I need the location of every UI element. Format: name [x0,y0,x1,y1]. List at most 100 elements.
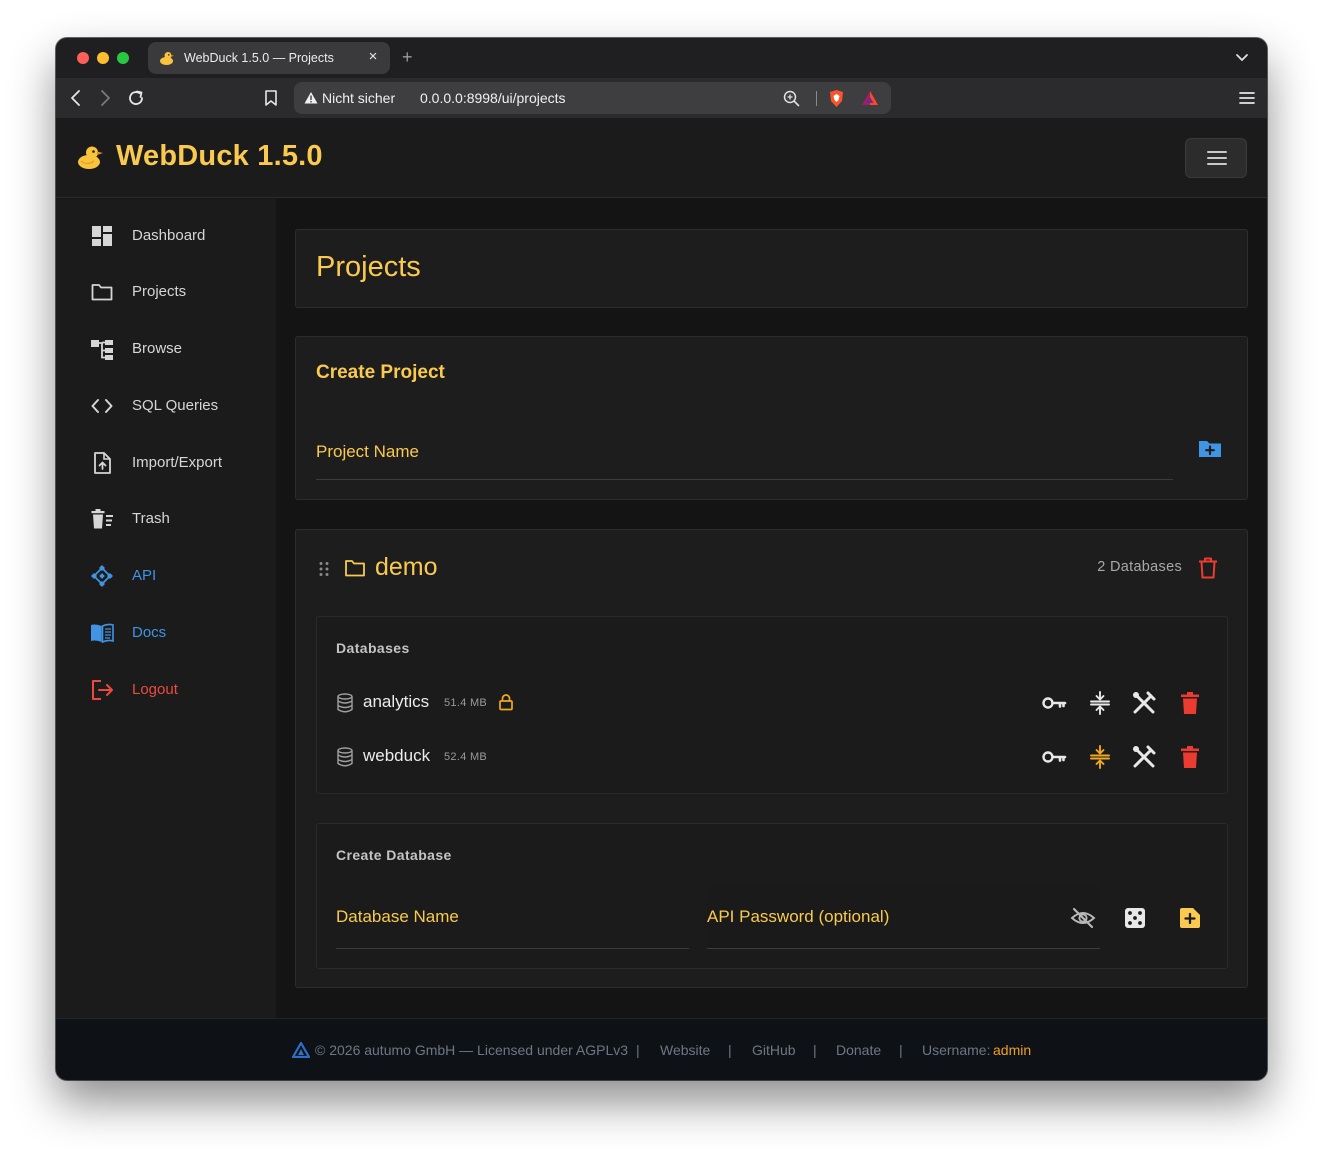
dashboard-icon [92,226,112,246]
key-icon[interactable] [1041,690,1067,716]
api-password-input[interactable] [707,886,1057,948]
address-bar[interactable]: Nicht sicher 0.0.0.0:8998/ui/projects [294,82,891,114]
eye-off-icon[interactable] [1070,905,1096,931]
sidebar-item-label: Docs [132,624,167,641]
duck-logo-icon [78,146,103,169]
trash-icon [91,509,113,529]
brave-shield-icon[interactable] [828,89,845,108]
sidebar-item-label: Logout [132,681,178,698]
sidebar-item-label: API [132,567,157,584]
new-tab-button[interactable]: + [402,47,413,68]
create-project-card: Create Project [295,336,1248,500]
project-name-input[interactable] [316,425,1173,479]
compress-icon[interactable] [1087,690,1113,716]
database-name[interactable]: analytics [363,692,429,712]
file-upload-icon [94,452,111,474]
project-card: demo 2 Databases Databases analytics 51.… [295,529,1248,988]
project-name-field[interactable] [316,425,1173,480]
create-project-title: Create Project [316,362,445,383]
drag-handle-icon[interactable] [318,561,330,577]
tree-icon [91,340,113,360]
lock-icon [499,694,513,711]
sidebar-item-logout[interactable]: Logout [56,670,276,710]
autumo-logo-icon [292,1042,310,1058]
api-icon [91,565,113,587]
sidebar-item-trash[interactable]: Trash [56,499,276,539]
project-name[interactable]: demo [375,553,438,582]
footer-separator: | [728,1042,732,1058]
delete-project-icon[interactable] [1197,556,1219,580]
footer-separator: | [636,1042,640,1058]
browser-tab[interactable]: WebDuck 1.5.0 — Projects × [148,42,390,74]
sidebar-item-projects[interactable]: Projects [56,272,276,312]
hamburger-icon [1207,151,1227,165]
footer-separator: | [813,1042,817,1058]
create-folder-icon[interactable] [1197,436,1223,462]
create-database-panel: Create Database [316,823,1228,969]
project-folder-icon [345,560,365,577]
footer: © 2026 autumo GmbH — Licensed under AGPL… [56,1018,1267,1080]
menu-toggle-button[interactable] [1185,138,1247,178]
api-password-field[interactable] [707,886,1100,949]
donate-link[interactable]: Donate [836,1042,881,1058]
maximize-window-button[interactable] [117,52,129,64]
database-icon [337,693,353,713]
database-icon [337,747,353,767]
url-text[interactable]: 0.0.0.0:8998/ui/projects [420,90,566,106]
back-icon[interactable] [66,88,86,108]
sidebar-item-label: Dashboard [132,227,206,244]
main-content: Projects Create Project demo 2 Databases [276,199,1267,1019]
sidebar-item-import-export[interactable]: Import/Export [56,443,276,483]
sidebar-item-label: Browse [132,340,183,357]
create-database-title: Create Database [336,847,452,863]
browser-menu-icon[interactable] [1237,88,1257,108]
browser-window: WebDuck 1.5.0 — Projects × + Nicht siche… [56,38,1267,1080]
key-icon[interactable] [1041,744,1067,770]
reload-icon[interactable] [126,88,146,108]
chevron-down-icon[interactable] [1235,50,1249,64]
website-link[interactable]: Website [660,1042,710,1058]
bookmark-icon[interactable] [261,88,281,108]
username-label: Username: [922,1042,991,1058]
tools-icon[interactable] [1131,690,1157,716]
sidebar-item-label: Import/Export [132,454,223,471]
close-window-button[interactable] [77,52,89,64]
add-database-icon[interactable] [1177,905,1203,931]
tab-strip: WebDuck 1.5.0 — Projects × + [56,38,1267,78]
compress-icon[interactable] [1087,744,1113,770]
rewards-triangle-icon[interactable] [861,89,879,107]
app-header: WebDuck 1.5.0 [56,118,1267,198]
sidebar-item-sql-queries[interactable]: SQL Queries [56,386,276,426]
sidebar-item-label: Projects [132,283,187,300]
sidebar-item-api[interactable]: API [56,556,276,596]
sidebar-item-browse[interactable]: Browse [56,329,276,369]
logout-icon [92,680,113,700]
warning-icon [304,92,318,104]
database-size: 51.4 MB [444,697,488,709]
app-title: WebDuck 1.5.0 [116,140,323,172]
github-link[interactable]: GitHub [752,1042,796,1058]
random-dice-icon[interactable] [1122,905,1148,931]
database-size: 52.4 MB [444,751,488,763]
zoom-icon[interactable] [783,90,800,107]
database-name-input[interactable] [336,886,689,948]
databases-panel: Databases analytics 51.4 MB webduck 52.4… [316,616,1228,794]
forward-icon[interactable] [95,88,115,108]
database-count: 2 Databases [1097,559,1182,575]
copyright: © 2026 autumo GmbH — Licensed under AGPL… [315,1042,629,1058]
sidebar-item-dashboard[interactable]: Dashboard [56,216,276,256]
sidebar-item-label: SQL Queries [132,397,219,414]
delete-database-icon[interactable] [1177,690,1203,716]
minimize-window-button[interactable] [97,52,109,64]
tab-close-icon[interactable]: × [364,48,382,65]
sidebar-item-docs[interactable]: Docs [56,613,276,653]
databases-title: Databases [336,640,410,656]
username-value: admin [993,1042,1032,1058]
database-name[interactable]: webduck [363,746,430,766]
folder-icon [91,284,113,301]
database-name-field[interactable] [336,886,689,949]
delete-database-icon[interactable] [1177,744,1203,770]
tools-icon[interactable] [1131,744,1157,770]
page-title-card: Projects [295,229,1248,308]
sidebar-item-label: Trash [132,510,170,527]
